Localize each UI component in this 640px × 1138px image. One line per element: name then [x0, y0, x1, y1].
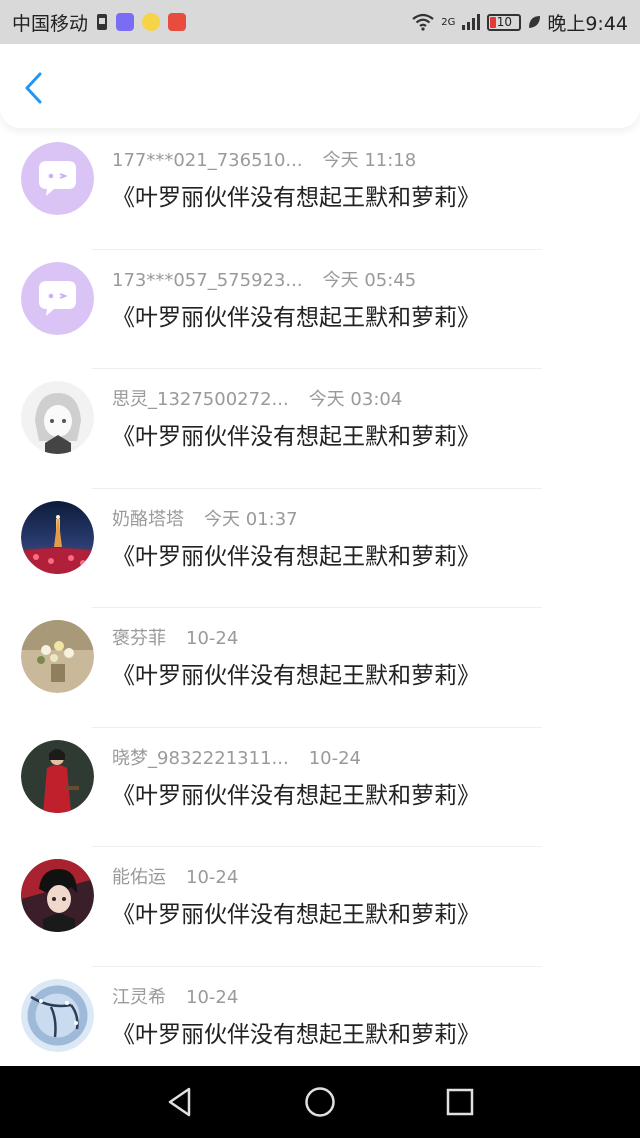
anime-boy-avatar[interactable] [21, 859, 94, 932]
message-text: 《叶罗丽伙伴没有想起王默和萝莉》 [112, 543, 480, 570]
nav-recents-button[interactable] [436, 1078, 484, 1126]
message-time: 10-24 [186, 986, 239, 1008]
night-tower-avatar[interactable] [21, 500, 94, 574]
carrier-label: 中国移动 [12, 12, 89, 35]
message-list: 177***021_736510... 今天 11:18 《叶罗丽伙伴没有想起王… [0, 130, 640, 1086]
message-text: 《叶罗丽伙伴没有想起王默和萝莉》 [112, 304, 480, 331]
sender-name: 褒芬菲 [112, 628, 166, 649]
message-row[interactable]: 能佑运 10-24 《叶罗丽伙伴没有想起王默和萝莉》 [0, 847, 640, 967]
app-notification-icon [116, 13, 135, 31]
message-time: 10-24 [186, 628, 239, 649]
app-notification-icon [142, 13, 161, 31]
message-text: 《叶罗丽伙伴没有想起王默和萝莉》 [112, 782, 480, 809]
leaf-icon [529, 16, 541, 28]
message-text: 《叶罗丽伙伴没有想起王默和萝莉》 [112, 902, 480, 928]
system-navigation-bar [0, 1066, 640, 1138]
nav-back-button[interactable] [156, 1078, 204, 1126]
winter-tree-avatar[interactable] [21, 978, 94, 1052]
sender-name: 晓梦_9832221311... [112, 747, 289, 769]
triangle-back-icon [168, 1087, 191, 1117]
sender-name: 思灵_1327500272... [112, 389, 289, 410]
message-row[interactable]: 177***021_736510... 今天 11:18 《叶罗丽伙伴没有想起王… [0, 130, 640, 250]
chat-bubble-avatar[interactable] [21, 142, 94, 215]
message-row[interactable]: 褒芬菲 10-24 《叶罗丽伙伴没有想起王默和萝莉》 [0, 608, 640, 728]
sim-icon [97, 14, 108, 30]
network-type-label: 2G [441, 16, 456, 28]
battery-icon: 10 [487, 13, 522, 31]
flowers-avatar[interactable] [21, 620, 94, 693]
chat-bubble-avatar[interactable] [21, 261, 94, 335]
message-text: 《叶罗丽伙伴没有想起王默和萝莉》 [112, 663, 480, 689]
woman-red-dress-avatar[interactable] [21, 739, 94, 813]
battery-level: 10 [496, 14, 512, 29]
clock: 晚上9:44 [547, 12, 628, 35]
message-row[interactable]: 思灵_1327500272... 今天 03:04 《叶罗丽伙伴没有想起王默和萝… [0, 369, 640, 489]
square-recents-icon [446, 1088, 474, 1116]
huawei-notification-icon [168, 13, 187, 31]
message-row[interactable]: 173***057_575923... 今天 05:45 《叶罗丽伙伴没有想起王… [0, 250, 640, 369]
back-button[interactable] [20, 70, 50, 106]
sender-name: 江灵希 [112, 986, 166, 1008]
message-row[interactable]: 晓梦_9832221311... 10-24 《叶罗丽伙伴没有想起王默和萝莉》 [0, 728, 640, 847]
message-text: 《叶罗丽伙伴没有想起王默和萝莉》 [112, 1021, 480, 1048]
wifi-icon [412, 13, 434, 31]
message-time: 今天 05:45 [322, 269, 417, 291]
sender-name: 奶酪塔塔 [112, 508, 184, 530]
sender-name: 能佑运 [112, 867, 166, 888]
message-text: 《叶罗丽伙伴没有想起王默和萝莉》 [112, 424, 480, 450]
message-text: 《叶罗丽伙伴没有想起王默和萝莉》 [112, 185, 480, 211]
sender-name: 173***057_575923... [112, 269, 303, 291]
sender-name: 177***021_736510... [112, 150, 303, 171]
signal-icon [462, 14, 481, 30]
status-bar: 中国移动 2G 10 晚上9:44 [0, 0, 640, 44]
top-app-bar [0, 44, 640, 128]
message-time: 今天 01:37 [204, 508, 298, 530]
circle-home-icon [305, 1087, 335, 1117]
message-time: 10-24 [308, 747, 361, 769]
message-row[interactable]: 奶酪塔塔 今天 01:37 《叶罗丽伙伴没有想起王默和萝莉》 [0, 489, 640, 608]
message-time: 10-24 [186, 867, 239, 888]
message-time: 今天 03:04 [308, 389, 403, 410]
message-time: 今天 11:18 [322, 150, 417, 171]
anime-girl-sketch-avatar[interactable] [21, 381, 94, 454]
chevron-left-icon [25, 72, 42, 104]
nav-home-button[interactable] [296, 1078, 344, 1126]
